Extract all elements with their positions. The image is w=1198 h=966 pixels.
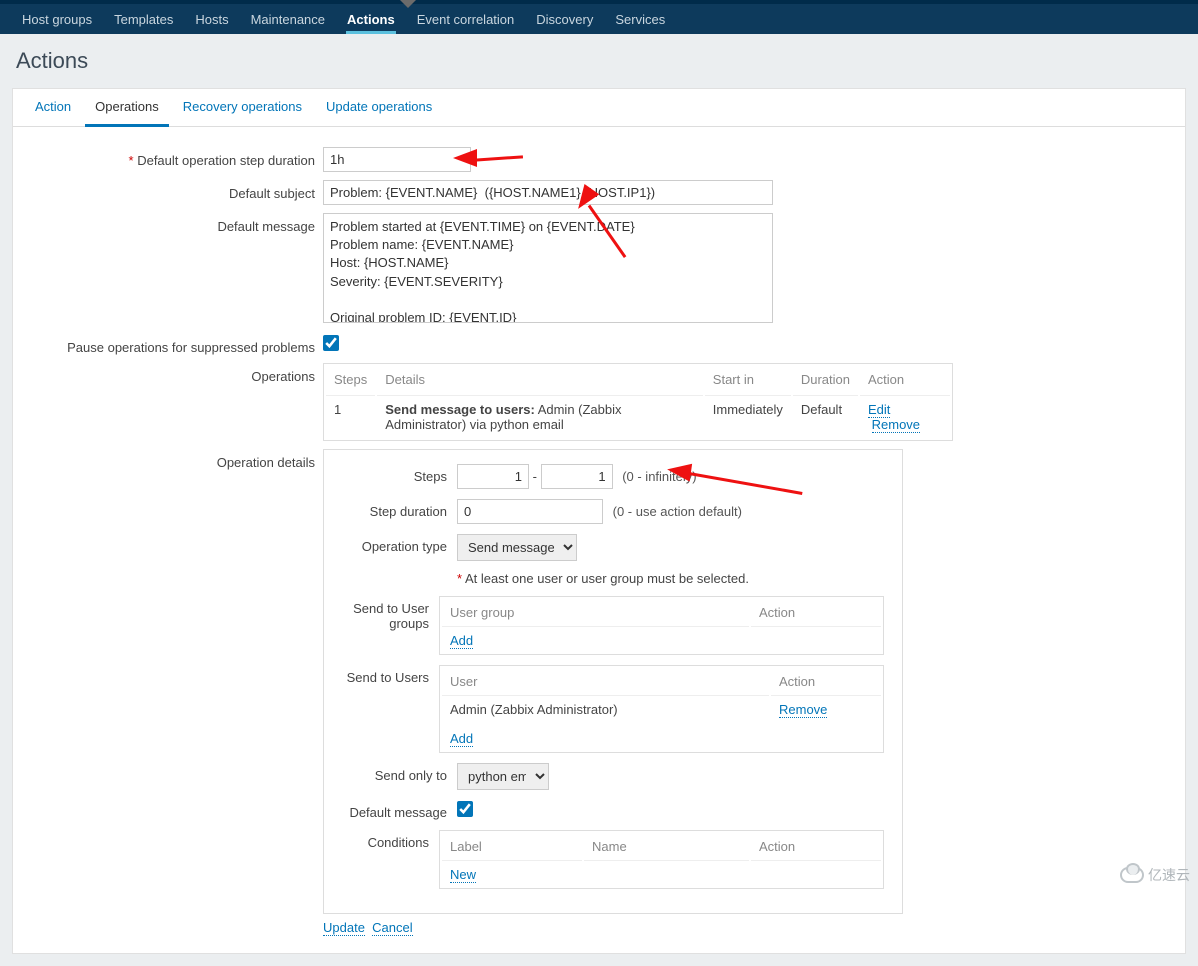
duration-label: Default operation step duration bbox=[137, 153, 315, 168]
cloud-icon bbox=[1120, 867, 1144, 883]
conditions-label: Conditions bbox=[368, 835, 429, 850]
cond-new-link[interactable]: New bbox=[450, 867, 476, 883]
col-cond-action: Action bbox=[751, 833, 881, 861]
sendusers-label: Send to Users bbox=[347, 670, 429, 685]
stepdur-hint: (0 - use action default) bbox=[613, 504, 742, 519]
tab-operations[interactable]: Operations bbox=[85, 89, 169, 127]
operation-row: 1 Send message to users: Admin (Zabbix A… bbox=[326, 395, 950, 438]
operations-table: Steps Details Start in Duration Action 1… bbox=[323, 363, 953, 441]
pause-checkbox[interactable] bbox=[323, 335, 339, 351]
groups-add-link[interactable]: Add bbox=[450, 633, 473, 649]
tab-action[interactable]: Action bbox=[25, 89, 81, 126]
steps-from-input[interactable] bbox=[457, 464, 529, 489]
col-duration: Duration bbox=[793, 366, 858, 393]
op-remove-link[interactable]: Remove bbox=[872, 417, 920, 433]
op-duration: Default bbox=[793, 395, 858, 438]
nav-maintenance[interactable]: Maintenance bbox=[240, 4, 336, 34]
nav-event-correlation[interactable]: Event correlation bbox=[406, 4, 526, 34]
sendonly-select[interactable]: python email bbox=[457, 763, 549, 790]
user-name-cell: Admin (Zabbix Administrator) bbox=[442, 698, 769, 721]
operations-form: * Default operation step duration Defaul… bbox=[13, 127, 1185, 953]
op-step-num: 1 bbox=[326, 395, 375, 438]
subject-input[interactable] bbox=[323, 180, 773, 205]
user-groups-table: User group Action Add bbox=[439, 596, 884, 655]
stepdur-label: Step duration bbox=[370, 504, 447, 519]
col-action: Action bbox=[860, 366, 950, 393]
user-row: Admin (Zabbix Administrator) Remove bbox=[442, 698, 881, 721]
stepdur-input[interactable] bbox=[457, 499, 603, 524]
defmsg-label: Default message bbox=[349, 805, 447, 820]
col-user-action: Action bbox=[771, 668, 881, 696]
sendonly-label: Send only to bbox=[375, 768, 447, 783]
op-edit-link[interactable]: Edit bbox=[868, 402, 890, 418]
optype-select[interactable]: Send message bbox=[457, 534, 577, 561]
require-user-msg: At least one user or user group must be … bbox=[465, 571, 749, 586]
op-startin: Immediately bbox=[705, 395, 791, 438]
sub-tabs: Action Operations Recovery operations Up… bbox=[13, 89, 1185, 127]
nav-services[interactable]: Services bbox=[604, 4, 676, 34]
col-user-group: User group bbox=[442, 599, 749, 627]
op-details-cell: Send message to users: Admin (Zabbix Adm… bbox=[377, 395, 703, 438]
steps-hint: (0 - infinitely) bbox=[622, 469, 696, 484]
col-cond-label: Label bbox=[442, 833, 582, 861]
message-label: Default message bbox=[217, 219, 315, 234]
users-table: User Action Admin (Zabbix Administrator)… bbox=[439, 665, 884, 753]
top-navbar: Host groups Templates Hosts Maintenance … bbox=[0, 0, 1198, 34]
defmsg-checkbox[interactable] bbox=[457, 801, 473, 817]
user-remove-link[interactable]: Remove bbox=[779, 702, 827, 718]
conditions-table: Label Name Action New bbox=[439, 830, 884, 889]
steps-to-input[interactable] bbox=[541, 464, 613, 489]
users-add-link[interactable]: Add bbox=[450, 731, 473, 747]
page-title: Actions bbox=[0, 34, 1198, 88]
col-startin: Start in bbox=[705, 366, 791, 393]
duration-input[interactable] bbox=[323, 147, 471, 172]
pause-label: Pause operations for suppressed problems bbox=[67, 340, 315, 355]
operation-details-box: Steps - (0 - infinitely) bbox=[323, 449, 903, 914]
nav-host-groups[interactable]: Host groups bbox=[11, 4, 103, 34]
watermark: 亿速云 bbox=[1120, 865, 1190, 885]
nav-actions[interactable]: Actions bbox=[336, 4, 406, 34]
optype-label: Operation type bbox=[362, 539, 447, 554]
opdetails-label: Operation details bbox=[217, 455, 315, 470]
steps-label: Steps bbox=[414, 469, 447, 484]
update-link[interactable]: Update bbox=[323, 920, 365, 936]
col-user: User bbox=[442, 668, 769, 696]
col-cond-name: Name bbox=[584, 833, 749, 861]
nav-hosts[interactable]: Hosts bbox=[184, 4, 239, 34]
col-grp-action: Action bbox=[751, 599, 881, 627]
cancel-link[interactable]: Cancel bbox=[372, 920, 412, 936]
message-textarea[interactable]: Problem started at {EVENT.TIME} on {EVEN… bbox=[323, 213, 773, 323]
col-steps: Steps bbox=[326, 366, 375, 393]
col-details: Details bbox=[377, 366, 703, 393]
tab-recovery-operations[interactable]: Recovery operations bbox=[173, 89, 312, 126]
tab-update-operations[interactable]: Update operations bbox=[316, 89, 442, 126]
subject-label: Default subject bbox=[229, 186, 315, 201]
sendgroups-label: Send to User groups bbox=[353, 601, 429, 631]
operations-label: Operations bbox=[251, 369, 315, 384]
nav-discovery[interactable]: Discovery bbox=[525, 4, 604, 34]
main-panel: Action Operations Recovery operations Up… bbox=[12, 88, 1186, 954]
nav-templates[interactable]: Templates bbox=[103, 4, 184, 34]
